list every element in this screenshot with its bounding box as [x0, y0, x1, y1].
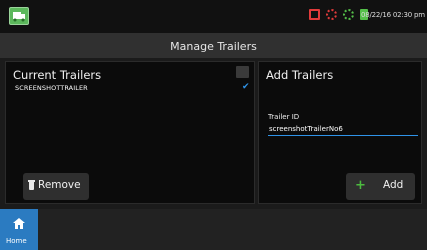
app-icon[interactable]: [9, 7, 29, 25]
remove-button[interactable]: Remove: [23, 173, 89, 200]
checkmark-icon: ✔: [242, 82, 250, 92]
add-button-label: Add: [383, 179, 404, 191]
title-bar: Manage Trailers: [0, 33, 427, 58]
bottom-nav-bar: Home: [0, 209, 427, 250]
trailer-id-input[interactable]: [268, 123, 418, 136]
trailer-list-item[interactable]: SCREENSHOTTRAILER ✔: [12, 82, 250, 94]
current-trailers-title: Current Trailers: [13, 68, 102, 82]
plus-icon: +: [355, 178, 366, 193]
home-label: Home: [6, 237, 27, 245]
select-all-checkbox[interactable]: [236, 66, 249, 78]
remove-button-label: Remove: [38, 179, 81, 191]
settings-icon[interactable]: [343, 9, 354, 20]
status-bar: 08/22/16 02:30 pm CDT: [0, 0, 427, 33]
page-title: Manage Trailers: [170, 40, 257, 53]
home-button[interactable]: Home: [0, 209, 38, 250]
settings-alert-icon[interactable]: [326, 9, 337, 20]
trailer-id-label: Trailer ID: [268, 113, 300, 121]
datetime: 08/22/16 02:30 pm CDT: [361, 11, 427, 19]
alert-icon[interactable]: [309, 9, 320, 20]
home-icon: [13, 218, 25, 229]
add-button[interactable]: + Add: [346, 173, 415, 200]
trailer-name: SCREENSHOTTRAILER: [15, 84, 88, 92]
trash-icon: [28, 180, 35, 190]
add-trailers-title: Add Trailers: [266, 68, 334, 82]
